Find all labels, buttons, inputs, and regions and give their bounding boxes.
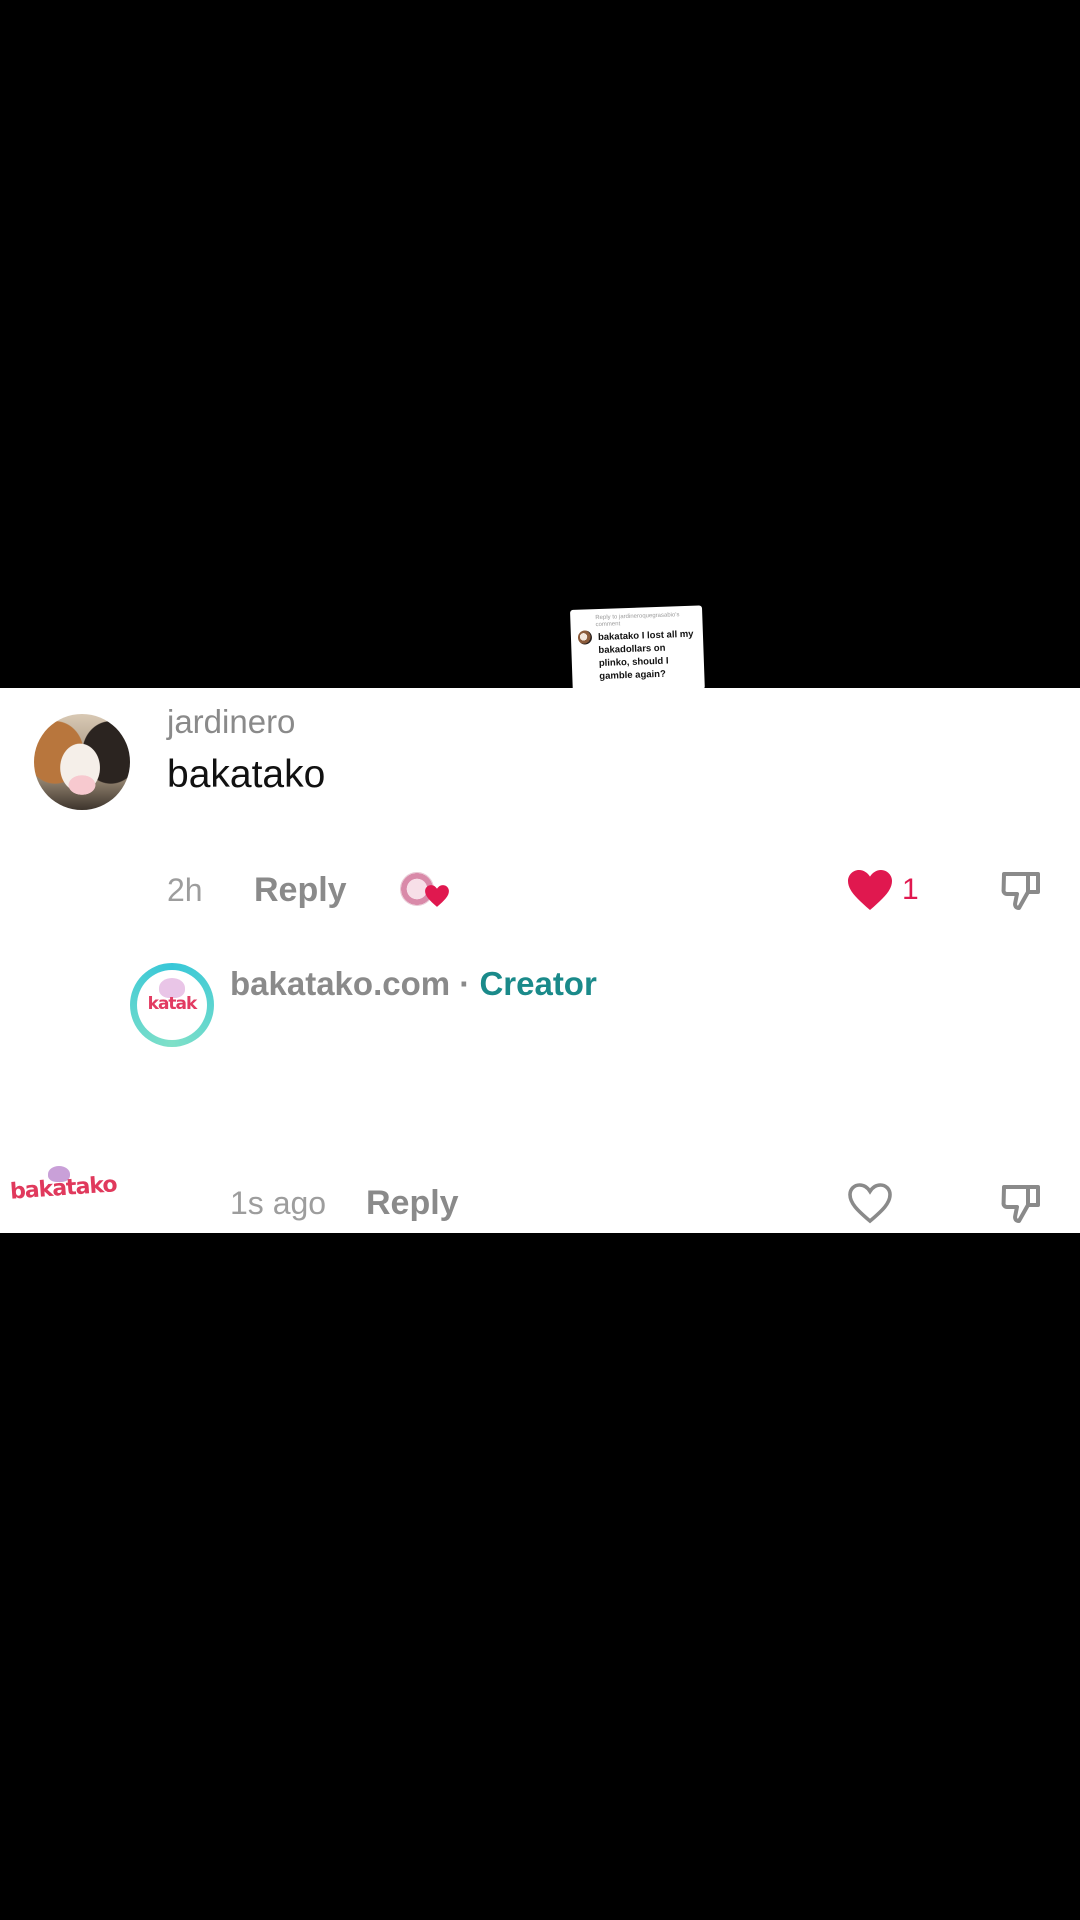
- heart-icon[interactable]: [846, 866, 894, 914]
- creator-name-line: bakatako.com · Creator: [230, 962, 597, 1006]
- separator-dot: ·: [459, 965, 471, 1002]
- comment-text: bakatako: [167, 753, 326, 796]
- like-count: 1: [902, 873, 919, 906]
- brand-watermark: bakatako: [9, 1166, 117, 1210]
- comment-time: 2h: [167, 872, 203, 908]
- sticker-text: bakatako I lost all my bakadollars on pl…: [597, 628, 694, 683]
- creator-logo: katak: [137, 970, 207, 1040]
- thumbs-down-icon[interactable]: [998, 1179, 1046, 1227]
- heart-icon: [425, 885, 449, 907]
- reply-time: 1s ago: [230, 1185, 327, 1221]
- comment-panel: [0, 688, 1080, 1233]
- creator-username[interactable]: bakatako.com: [230, 965, 450, 1002]
- creator-logo-text: katak: [147, 994, 198, 1014]
- heart-outline-icon[interactable]: [846, 1179, 894, 1227]
- thumbs-down-icon[interactable]: [998, 866, 1046, 914]
- liked-by-creator-badge: [400, 870, 450, 910]
- comment-username[interactable]: jardinero: [167, 702, 295, 742]
- video-area-top[interactable]: [0, 0, 1080, 688]
- video-area-bottom[interactable]: [0, 1233, 1080, 1920]
- reply-button[interactable]: Reply: [254, 868, 347, 912]
- reply-sticker: Reply to jardineroquegrasabio's comment …: [570, 605, 705, 694]
- reply-button[interactable]: Reply: [366, 1181, 459, 1225]
- creator-avatar[interactable]: katak: [130, 963, 214, 1047]
- avatar[interactable]: [34, 714, 130, 810]
- creator-badge: Creator: [479, 965, 597, 1002]
- sticker-header: Reply to jardineroquegrasabio's comment: [595, 612, 680, 629]
